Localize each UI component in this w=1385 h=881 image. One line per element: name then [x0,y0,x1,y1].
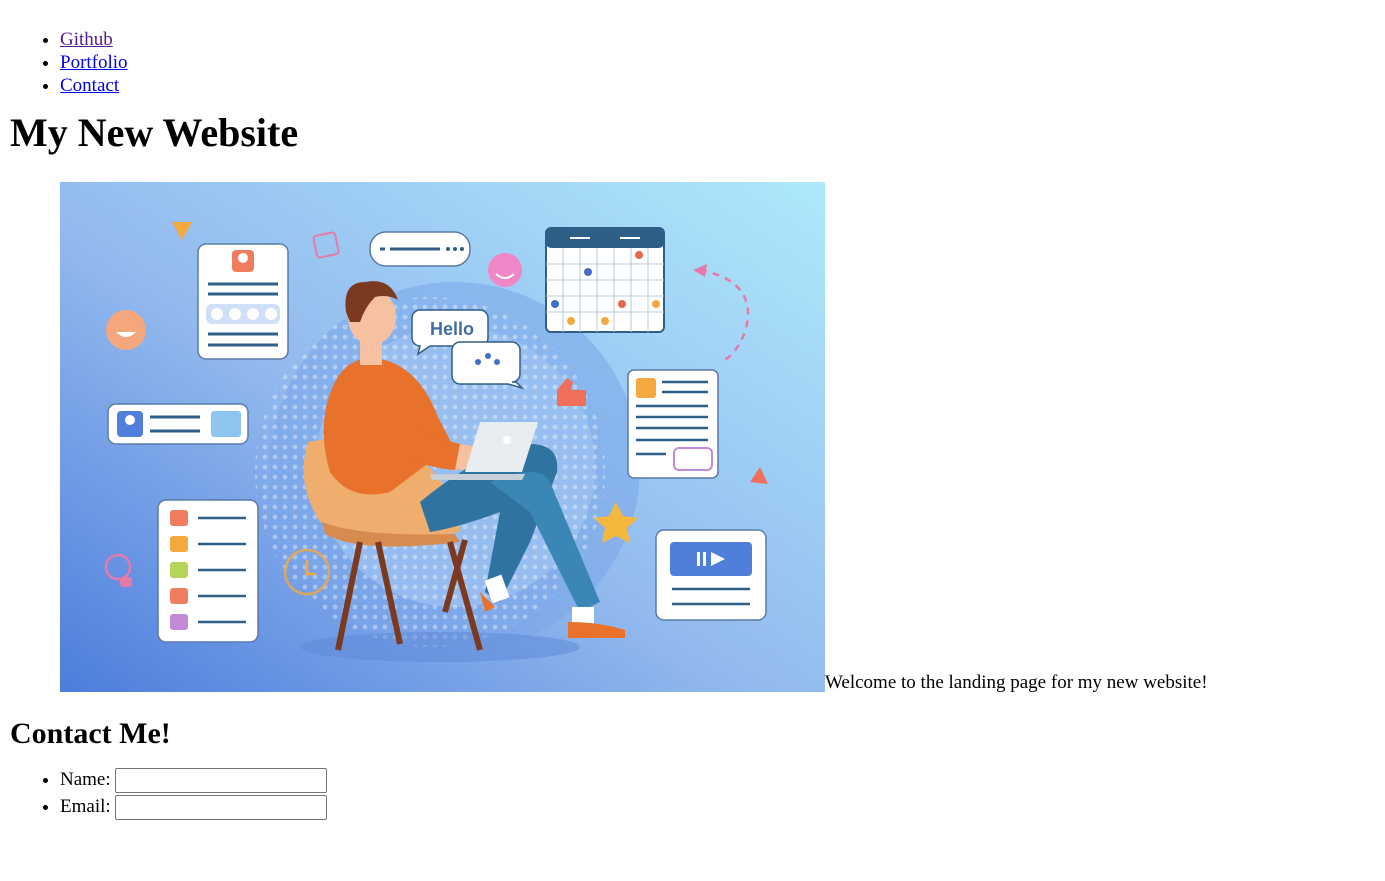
contact-link[interactable]: Contact [60,75,119,96]
welcome-text: Welcome to the landing page for my new w… [825,672,1208,693]
profile-card-icon [197,243,289,360]
video-card-icon [655,529,767,621]
form-item-name: Name: [60,768,1375,795]
document-card-icon [627,369,719,479]
page: Github Portfolio Contact My New Website [0,28,1385,822]
portfolio-link[interactable]: Portfolio [60,52,128,73]
contact-form-list: Name: Email: [10,768,1375,822]
emoji-icon [106,310,146,350]
email-label: Email: [60,796,111,817]
nav-list: Github Portfolio Contact [10,28,1375,97]
svg-text:Hello: Hello [430,319,474,339]
nav-item-portfolio: Portfolio [60,51,1375,74]
user-list-card-icon [157,499,259,643]
page-title: My New Website [10,110,299,155]
nav-item-github: Github [60,28,1375,51]
github-link[interactable]: Github [60,29,113,50]
hero-row: Hello Welcome to the landing page for my… [60,182,1375,692]
name-label: Name: [60,769,111,790]
hero-illustration: Hello [60,182,825,692]
calendar-icon [545,227,665,333]
nav-item-contact: Contact [60,74,1375,97]
name-input[interactable] [115,768,328,794]
email-input[interactable] [115,795,328,821]
form-item-email: Email: [60,795,1375,822]
contact-heading: Contact Me! [10,717,171,750]
contact-card-icon [107,403,249,445]
